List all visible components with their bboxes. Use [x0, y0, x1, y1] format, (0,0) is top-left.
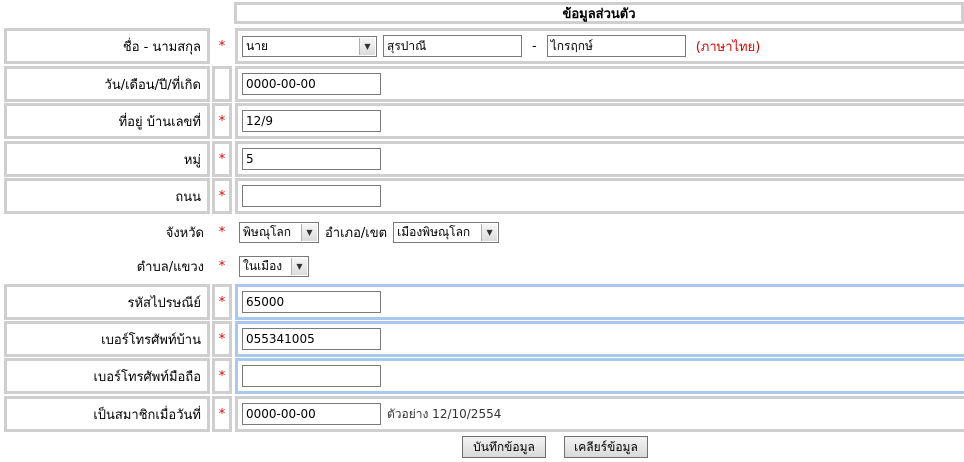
chevron-down-icon: ▼ — [301, 223, 317, 241]
required-mark: * — [212, 358, 232, 394]
home-phone-input[interactable]: 055341005 — [242, 328, 381, 350]
postcode-field-cell: 65000 — [235, 284, 964, 320]
name-label: ชื่อ - นามสกุล — [4, 28, 210, 64]
subdistrict-label: ตำบล/แขวง — [136, 259, 204, 275]
postcode-input[interactable]: 65000 — [242, 291, 381, 313]
subdistrict-row: ตำบล/แขวง * ในเมือง ▼ — [0, 250, 964, 282]
birthdate-row: วัน/เดือน/ปี/ที่เกิด 0000-00-00 — [0, 66, 964, 102]
empty-star-cell — [212, 66, 232, 102]
district-select-value: เมืองพิษณุโลก — [397, 224, 471, 239]
address-label: ที่อยู่ บ้านเลขที่ — [4, 103, 210, 139]
birthdate-field-cell: 0000-00-00 — [235, 66, 964, 102]
chevron-down-icon: ▼ — [291, 257, 307, 275]
province-field-cell: พิษณุโลก ▼ อำเภอ/เขต เมืองพิษณุโลก ▼ — [235, 216, 964, 248]
moo-label: หมู่ — [4, 141, 210, 177]
subdistrict-field-cell: ในเมือง ▼ — [235, 250, 964, 282]
title-select-value: นาย — [246, 38, 268, 53]
birthdate-input[interactable]: 0000-00-00 — [242, 73, 381, 95]
moo-field-cell: 5 — [235, 141, 964, 177]
road-field-cell — [235, 178, 964, 214]
member-since-row: เป็นสมาชิกเมื่อวันที่ * 0000-00-00 ตัวอย… — [0, 396, 964, 432]
required-mark: * — [212, 396, 232, 432]
postcode-label: รหัสไปรษณีย์ — [4, 284, 210, 320]
name-row: ชื่อ - นามสกุล * นาย ▼ สุรปาณี - ไกรฤกษ์… — [0, 28, 964, 64]
required-mark: * — [218, 224, 226, 240]
clear-button[interactable]: เคลียร์ข้อมูล — [564, 436, 648, 458]
home-phone-row: เบอร์โทรศัพท์บ้าน * 055341005 — [0, 321, 964, 357]
mobile-row: เบอร์โทรศัพท์มือถือ * — [0, 358, 964, 394]
member-since-field-cell: 0000-00-00 ตัวอย่าง 12/10/2554 — [235, 396, 964, 432]
mobile-input[interactable] — [242, 365, 381, 387]
province-row: จังหวัด * พิษณุโลก ▼ อำเภอ/เขต เมืองพิษณ… — [0, 216, 964, 248]
required-mark: * — [212, 321, 232, 357]
required-mark: * — [212, 103, 232, 139]
name-separator: - — [532, 38, 537, 54]
road-input[interactable] — [242, 185, 381, 207]
member-since-input[interactable]: 0000-00-00 — [242, 403, 381, 425]
province-label: จังหวัด — [165, 225, 204, 241]
date-example-note: ตัวอย่าง 12/10/2554 — [387, 406, 502, 421]
chevron-down-icon: ▼ — [481, 223, 498, 241]
mobile-field-cell — [235, 358, 964, 394]
address-row: ที่อยู่ บ้านเลขที่ * 12/9 — [0, 103, 964, 139]
district-select[interactable]: เมืองพิษณุโลก ▼ — [393, 221, 500, 243]
section-header: ข้อมูลส่วนตัว — [234, 2, 964, 24]
language-note: (ภาษาไทย) — [695, 39, 761, 55]
title-select[interactable]: นาย ▼ — [242, 35, 377, 57]
road-label: ถนน — [4, 178, 210, 214]
chevron-down-icon: ▼ — [359, 37, 375, 55]
subdistrict-select-value: ในเมือง — [243, 258, 283, 273]
province-select[interactable]: พิษณุโลก ▼ — [239, 221, 319, 243]
home-phone-label: เบอร์โทรศัพท์บ้าน — [4, 321, 210, 357]
required-mark: * — [212, 178, 232, 214]
name-field-cell: นาย ▼ สุรปาณี - ไกรฤกษ์ (ภาษาไทย) — [235, 28, 964, 64]
province-select-value: พิษณุโลก — [243, 224, 292, 239]
district-label: อำเภอ/เขต — [325, 225, 388, 241]
required-mark: * — [212, 141, 232, 177]
required-mark: * — [218, 258, 226, 274]
address-field-cell: 12/9 — [235, 103, 964, 139]
section-title: ข้อมูลส่วนตัว — [562, 6, 636, 22]
moo-row: หมู่ * 5 — [0, 141, 964, 177]
mobile-label: เบอร์โทรศัพท์มือถือ — [4, 358, 210, 394]
birthdate-label: วัน/เดือน/ปี/ที่เกิด — [4, 66, 210, 102]
home-phone-field-cell: 055341005 — [235, 321, 964, 357]
subdistrict-select[interactable]: ในเมือง ▼ — [239, 255, 309, 277]
postcode-row: รหัสไปรษณีย์ * 65000 — [0, 284, 964, 320]
moo-input[interactable]: 5 — [242, 148, 381, 170]
save-button[interactable]: บันทึกข้อมูล — [462, 436, 546, 458]
first-name-input[interactable]: สุรปาณี — [383, 35, 522, 57]
member-since-label: เป็นสมาชิกเมื่อวันที่ — [4, 396, 210, 432]
required-mark: * — [212, 284, 232, 320]
required-mark: * — [218, 38, 226, 54]
house-number-input[interactable]: 12/9 — [242, 110, 381, 132]
last-name-input[interactable]: ไกรฤกษ์ — [546, 35, 686, 57]
road-row: ถนน * — [0, 178, 964, 214]
